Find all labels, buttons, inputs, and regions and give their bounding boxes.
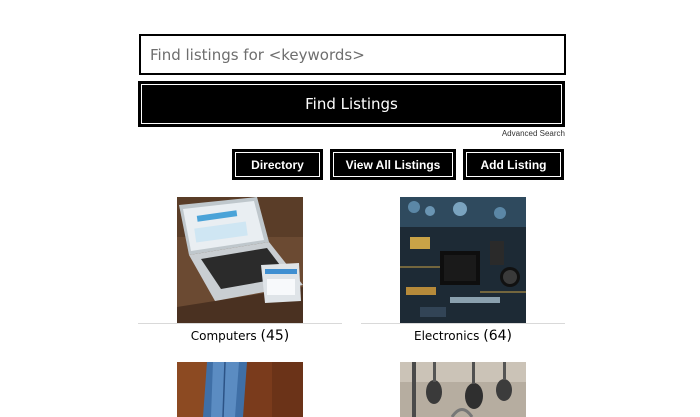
category-name: Computers [190, 329, 257, 343]
card-divider [138, 323, 342, 324]
category-name: Electronics [414, 329, 480, 343]
kitchen-category-image[interactable] [400, 362, 526, 417]
category-label-electronics[interactable]: Electronics (64) [361, 328, 565, 344]
laptop-photo [177, 197, 303, 324]
advanced-search-link[interactable]: Advanced Search [502, 129, 565, 138]
category-label-computers[interactable]: Computers (45) [138, 328, 342, 344]
search-input[interactable] [139, 34, 566, 75]
view-all-listings-button[interactable]: View All Listings [330, 149, 456, 180]
directory-button[interactable]: Directory [232, 149, 323, 180]
find-listings-button[interactable]: Find Listings [138, 81, 565, 127]
clothing-category-image[interactable] [177, 362, 303, 417]
jeans-photo [177, 362, 303, 417]
card-divider [361, 323, 565, 324]
computers-category-image[interactable] [177, 197, 303, 324]
category-count: (64) [483, 328, 512, 344]
electronics-category-image[interactable] [400, 197, 526, 324]
circuit-board-photo [400, 197, 526, 324]
category-count: (45) [260, 328, 290, 344]
kitchen-utensils-photo [400, 362, 526, 417]
add-listing-button[interactable]: Add Listing [463, 149, 564, 180]
